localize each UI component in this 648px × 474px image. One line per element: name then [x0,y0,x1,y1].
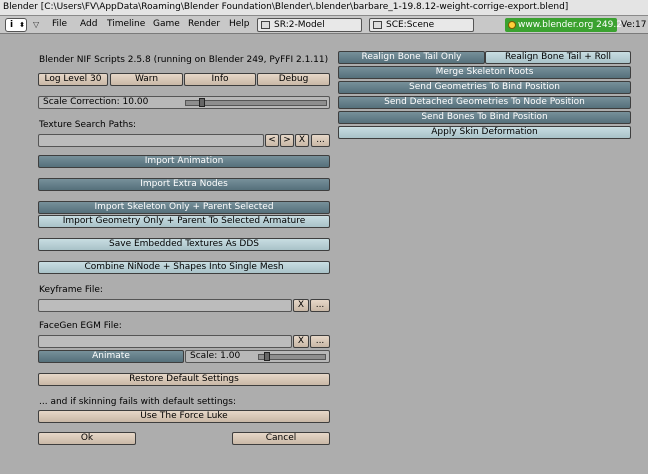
screen-icon [261,21,270,29]
window-type-icon[interactable]: i ⬍ [5,18,27,32]
screen-selector-value: SR:2-Model [274,20,325,30]
import-extra-nodes-button[interactable]: Import Extra Nodes [38,178,330,191]
menu-help[interactable]: Help [229,19,250,29]
warn-button[interactable]: Warn [110,73,183,86]
ok-button[interactable]: Ok [38,432,136,445]
scale-handle[interactable] [264,352,271,361]
blender-url-badge[interactable]: www.blender.org 249.2 [505,18,622,32]
scale-slider[interactable]: Scale: 1.00 [185,350,330,363]
menu-timeline[interactable]: Timeline [107,19,145,29]
save-embedded-textures-button[interactable]: Save Embedded Textures As DDS [38,238,330,251]
previous-path-button[interactable]: < [265,134,279,147]
window-title: Blender [C:\Users\FV\AppData\Roaming\Ble… [3,2,569,12]
screen-selector[interactable]: SR:2-Model [257,18,362,32]
facegen-egm-file-label: FaceGen EGM File: [39,321,122,331]
use-the-force-luke-button[interactable]: Use The Force Luke [38,410,330,423]
blender-url-text: www.blender.org 249.2 [518,20,622,30]
next-path-button[interactable]: > [280,134,294,147]
import-skeleton-only-button[interactable]: Import Skeleton Only + Parent Selected [38,201,330,214]
menu-render[interactable]: Render [188,19,220,29]
browse-facegen-button[interactable]: ... [310,335,330,348]
browse-keyframe-button[interactable]: ... [310,299,330,312]
animate-toggle[interactable]: Animate [38,350,184,363]
scale-label: Scale: [190,351,218,361]
chevron-down-icon: ⬍ [19,21,25,29]
import-animation-button[interactable]: Import Animation [38,155,330,168]
debug-button[interactable]: Debug [257,73,330,86]
facegen-egm-file-input[interactable] [38,335,292,348]
version-stats: Ve:17 [621,20,647,30]
scale-correction-value: 10.00 [122,97,149,107]
send-detached-geometries-button[interactable]: Send Detached Geometries To Node Positio… [338,96,631,109]
menu-add[interactable]: Add [80,19,97,29]
texture-search-path-input[interactable] [38,134,264,147]
scale-value: 1.00 [220,351,241,361]
send-geometries-bind-button[interactable]: Send Geometries To Bind Position [338,81,631,94]
realign-bone-tail-roll-button[interactable]: Realign Bone Tail + Roll [485,51,631,64]
apply-skin-deformation-button[interactable]: Apply Skin Deformation [338,126,631,139]
panel-header: Blender NIF Scripts 2.5.8 (running on Bl… [39,55,329,65]
menu-file[interactable]: File [52,19,67,29]
send-bones-bind-button[interactable]: Send Bones To Bind Position [338,111,631,124]
realign-bone-tail-only-button[interactable]: Realign Bone Tail Only [338,51,485,64]
scale-correction-label: Scale Correction: [43,97,120,107]
keyframe-file-label: Keyframe File: [39,285,103,295]
scale-correction-slider[interactable]: Scale Correction: 10.00 [38,96,330,109]
merge-skeleton-roots-button[interactable]: Merge Skeleton Roots [338,66,631,79]
scale-correction-handle[interactable] [198,98,205,107]
restore-default-settings-button[interactable]: Restore Default Settings [38,373,330,386]
info-button[interactable]: Info [184,73,256,86]
menu-game[interactable]: Game [153,19,180,29]
import-geometry-only-button[interactable]: Import Geometry Only + Parent To Selecte… [38,215,330,228]
scene-selector-value: SCE:Scene [386,20,435,30]
combine-ninode-button[interactable]: Combine NiNode + Shapes Into Single Mesh [38,261,330,274]
blender-logo-icon [508,21,516,29]
clear-facegen-button[interactable]: X [293,335,309,348]
scene-icon [373,21,382,29]
skinning-hint-label: ... and if skinning fails with default s… [39,397,236,407]
texture-search-paths-label: Texture Search Paths: [39,120,137,130]
window-title-bar: Blender [C:\Users\FV\AppData\Roaming\Ble… [0,0,648,16]
cancel-button[interactable]: Cancel [232,432,330,445]
clear-keyframe-button[interactable]: X [293,299,309,312]
scale-correction-track [185,100,327,106]
log-level-value: Log Level 30 [44,74,102,84]
scene-selector[interactable]: SCE:Scene [369,18,474,32]
log-level-field[interactable]: Log Level 30 [38,73,108,86]
clear-path-button[interactable]: X [295,134,309,147]
collapse-menu-icon[interactable]: ▽ [33,20,39,29]
keyframe-file-input[interactable] [38,299,292,312]
menu-bar: i ⬍ ▽ File Add Timeline Game Render Help … [0,16,648,34]
browse-path-button[interactable]: ... [311,134,330,147]
